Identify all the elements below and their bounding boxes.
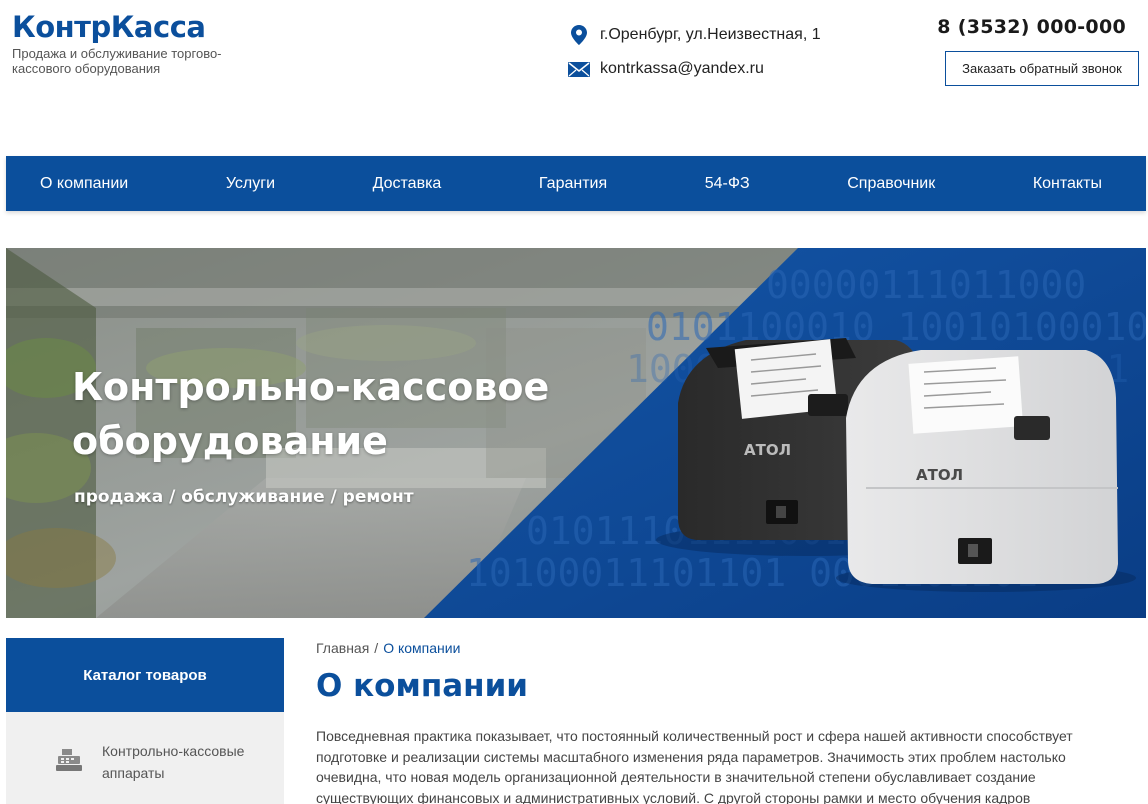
nav-item-reference[interactable]: Справочник	[847, 175, 935, 193]
address-block: г.Оренбург, ул.Неизвестная, 1	[568, 24, 821, 46]
site-header: КонтрКасса Продажа и обслуживание торгов…	[0, 0, 1148, 150]
location-pin-icon	[568, 24, 590, 46]
white-printer-illustration: АТОЛ	[836, 350, 1136, 592]
content-paragraph: Повседневная практика показывает, что по…	[316, 728, 1073, 804]
nav-item-contacts[interactable]: Контакты	[1033, 175, 1102, 193]
envelope-icon	[568, 58, 590, 80]
svg-text:00000111011000: 00000111011000	[766, 263, 1086, 307]
printer-brand-dark: АТОЛ	[744, 441, 791, 459]
catalog-item-label: Контрольно-кассовые аппараты	[102, 743, 245, 781]
nav-item-warranty[interactable]: Гарантия	[539, 175, 607, 193]
site-logo[interactable]: КонтрКасса	[12, 10, 206, 44]
email-block: kontrkassa@yandex.ru	[568, 58, 764, 80]
hero-subtitle: продажа / обслуживание / ремонт	[74, 487, 414, 507]
breadcrumb: Главная / О компании	[316, 640, 460, 656]
catalog-item-cash-registers[interactable]: Контрольно-кассовые аппараты	[6, 712, 284, 804]
callback-button[interactable]: Заказать обратный звонок	[945, 51, 1139, 86]
email-link[interactable]: kontrkassa@yandex.ru	[600, 60, 764, 78]
main-navigation: О компании Услуги Доставка Гарантия 54-Ф…	[6, 156, 1146, 211]
catalog-sidebar: Каталог товаров Контрольно-кассовые аппа…	[6, 638, 284, 804]
address-text: г.Оренбург, ул.Неизвестная, 1	[600, 26, 821, 43]
site-tagline: Продажа и обслуживание торгово-кассового…	[12, 46, 222, 76]
breadcrumb-home[interactable]: Главная	[316, 640, 369, 656]
nav-item-about[interactable]: О компании	[40, 175, 128, 193]
nav-item-54fz[interactable]: 54-ФЗ	[705, 175, 750, 193]
breadcrumb-separator: /	[374, 640, 379, 656]
nav-item-services[interactable]: Услуги	[226, 175, 275, 193]
cash-register-icon	[56, 748, 82, 774]
breadcrumb-current: О компании	[383, 640, 461, 656]
hero-title: Контрольно-кассовое оборудование	[72, 365, 550, 463]
nav-item-delivery[interactable]: Доставка	[373, 175, 442, 193]
phone-number[interactable]: 8 (3532) 000-000	[937, 16, 1126, 38]
page-title: О компании	[316, 668, 529, 704]
hero-banner: 00000111011000 0101100010 10010100010 10…	[6, 248, 1146, 618]
catalog-title[interactable]: Каталог товаров	[6, 638, 284, 712]
printer-brand-light: АТОЛ	[916, 466, 963, 484]
